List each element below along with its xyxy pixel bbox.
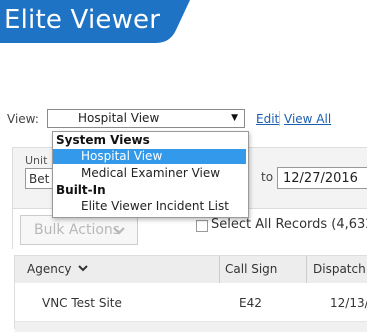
select-all-label: Select All Records (4,632) (211, 217, 367, 232)
dropdown-option-hospital-view[interactable]: Hospital View (53, 149, 246, 164)
table-row[interactable]: VNC Test Site E42 12/13/2 (15, 283, 367, 322)
cell-dispatch: 12/13/2 (330, 296, 367, 310)
app-header: Elite Viewer (0, 0, 367, 43)
view-label: View: (7, 112, 39, 126)
table-header: Agency Call Sign Dispatch D (15, 255, 367, 284)
dropdown-group-system-views: System Views (56, 133, 150, 147)
column-header-label: Agency (27, 262, 72, 276)
sort-chevron-icon (78, 265, 89, 272)
incident-table: Agency Call Sign Dispatch D VNC Test Sit… (14, 255, 367, 332)
dropdown-option-medical-examiner-view[interactable]: Medical Examiner View (53, 166, 246, 181)
view-all-link[interactable]: View All (284, 112, 331, 126)
unit-label: Unit (25, 154, 48, 167)
to-label: to (261, 170, 274, 184)
link-divider (279, 111, 280, 126)
view-select-value: Hospital View (78, 111, 160, 125)
chevron-down-icon (112, 217, 126, 256)
cell-agency: VNC Test Site (42, 296, 122, 310)
column-header-dispatch[interactable]: Dispatch D (313, 262, 367, 276)
column-divider[interactable] (306, 256, 307, 283)
bulk-actions-label: Bulk Actions (34, 222, 121, 238)
dropdown-option-incident-list[interactable]: Elite Viewer Incident List (53, 199, 246, 214)
table-row[interactable] (15, 322, 367, 332)
dropdown-arrow-icon: ▼ (231, 113, 238, 123)
select-all-checkbox[interactable] (196, 220, 208, 232)
app-title: Elite Viewer (4, 5, 161, 35)
column-header-agency[interactable]: Agency (27, 262, 89, 276)
bulk-actions-button[interactable]: Bulk Actions (20, 215, 138, 245)
column-divider[interactable] (219, 256, 220, 283)
column-header-call-sign[interactable]: Call Sign (225, 262, 277, 276)
dropdown-group-built-in: Built-In (56, 183, 106, 197)
view-dropdown-list: System Views Hospital View Medical Exami… (52, 131, 249, 218)
cell-call-sign: E42 (239, 296, 262, 310)
view-select[interactable]: Hospital View ▼ (47, 109, 245, 128)
end-date-input[interactable]: 12/27/2016 (277, 167, 367, 189)
edit-link[interactable]: Edit (256, 112, 279, 126)
